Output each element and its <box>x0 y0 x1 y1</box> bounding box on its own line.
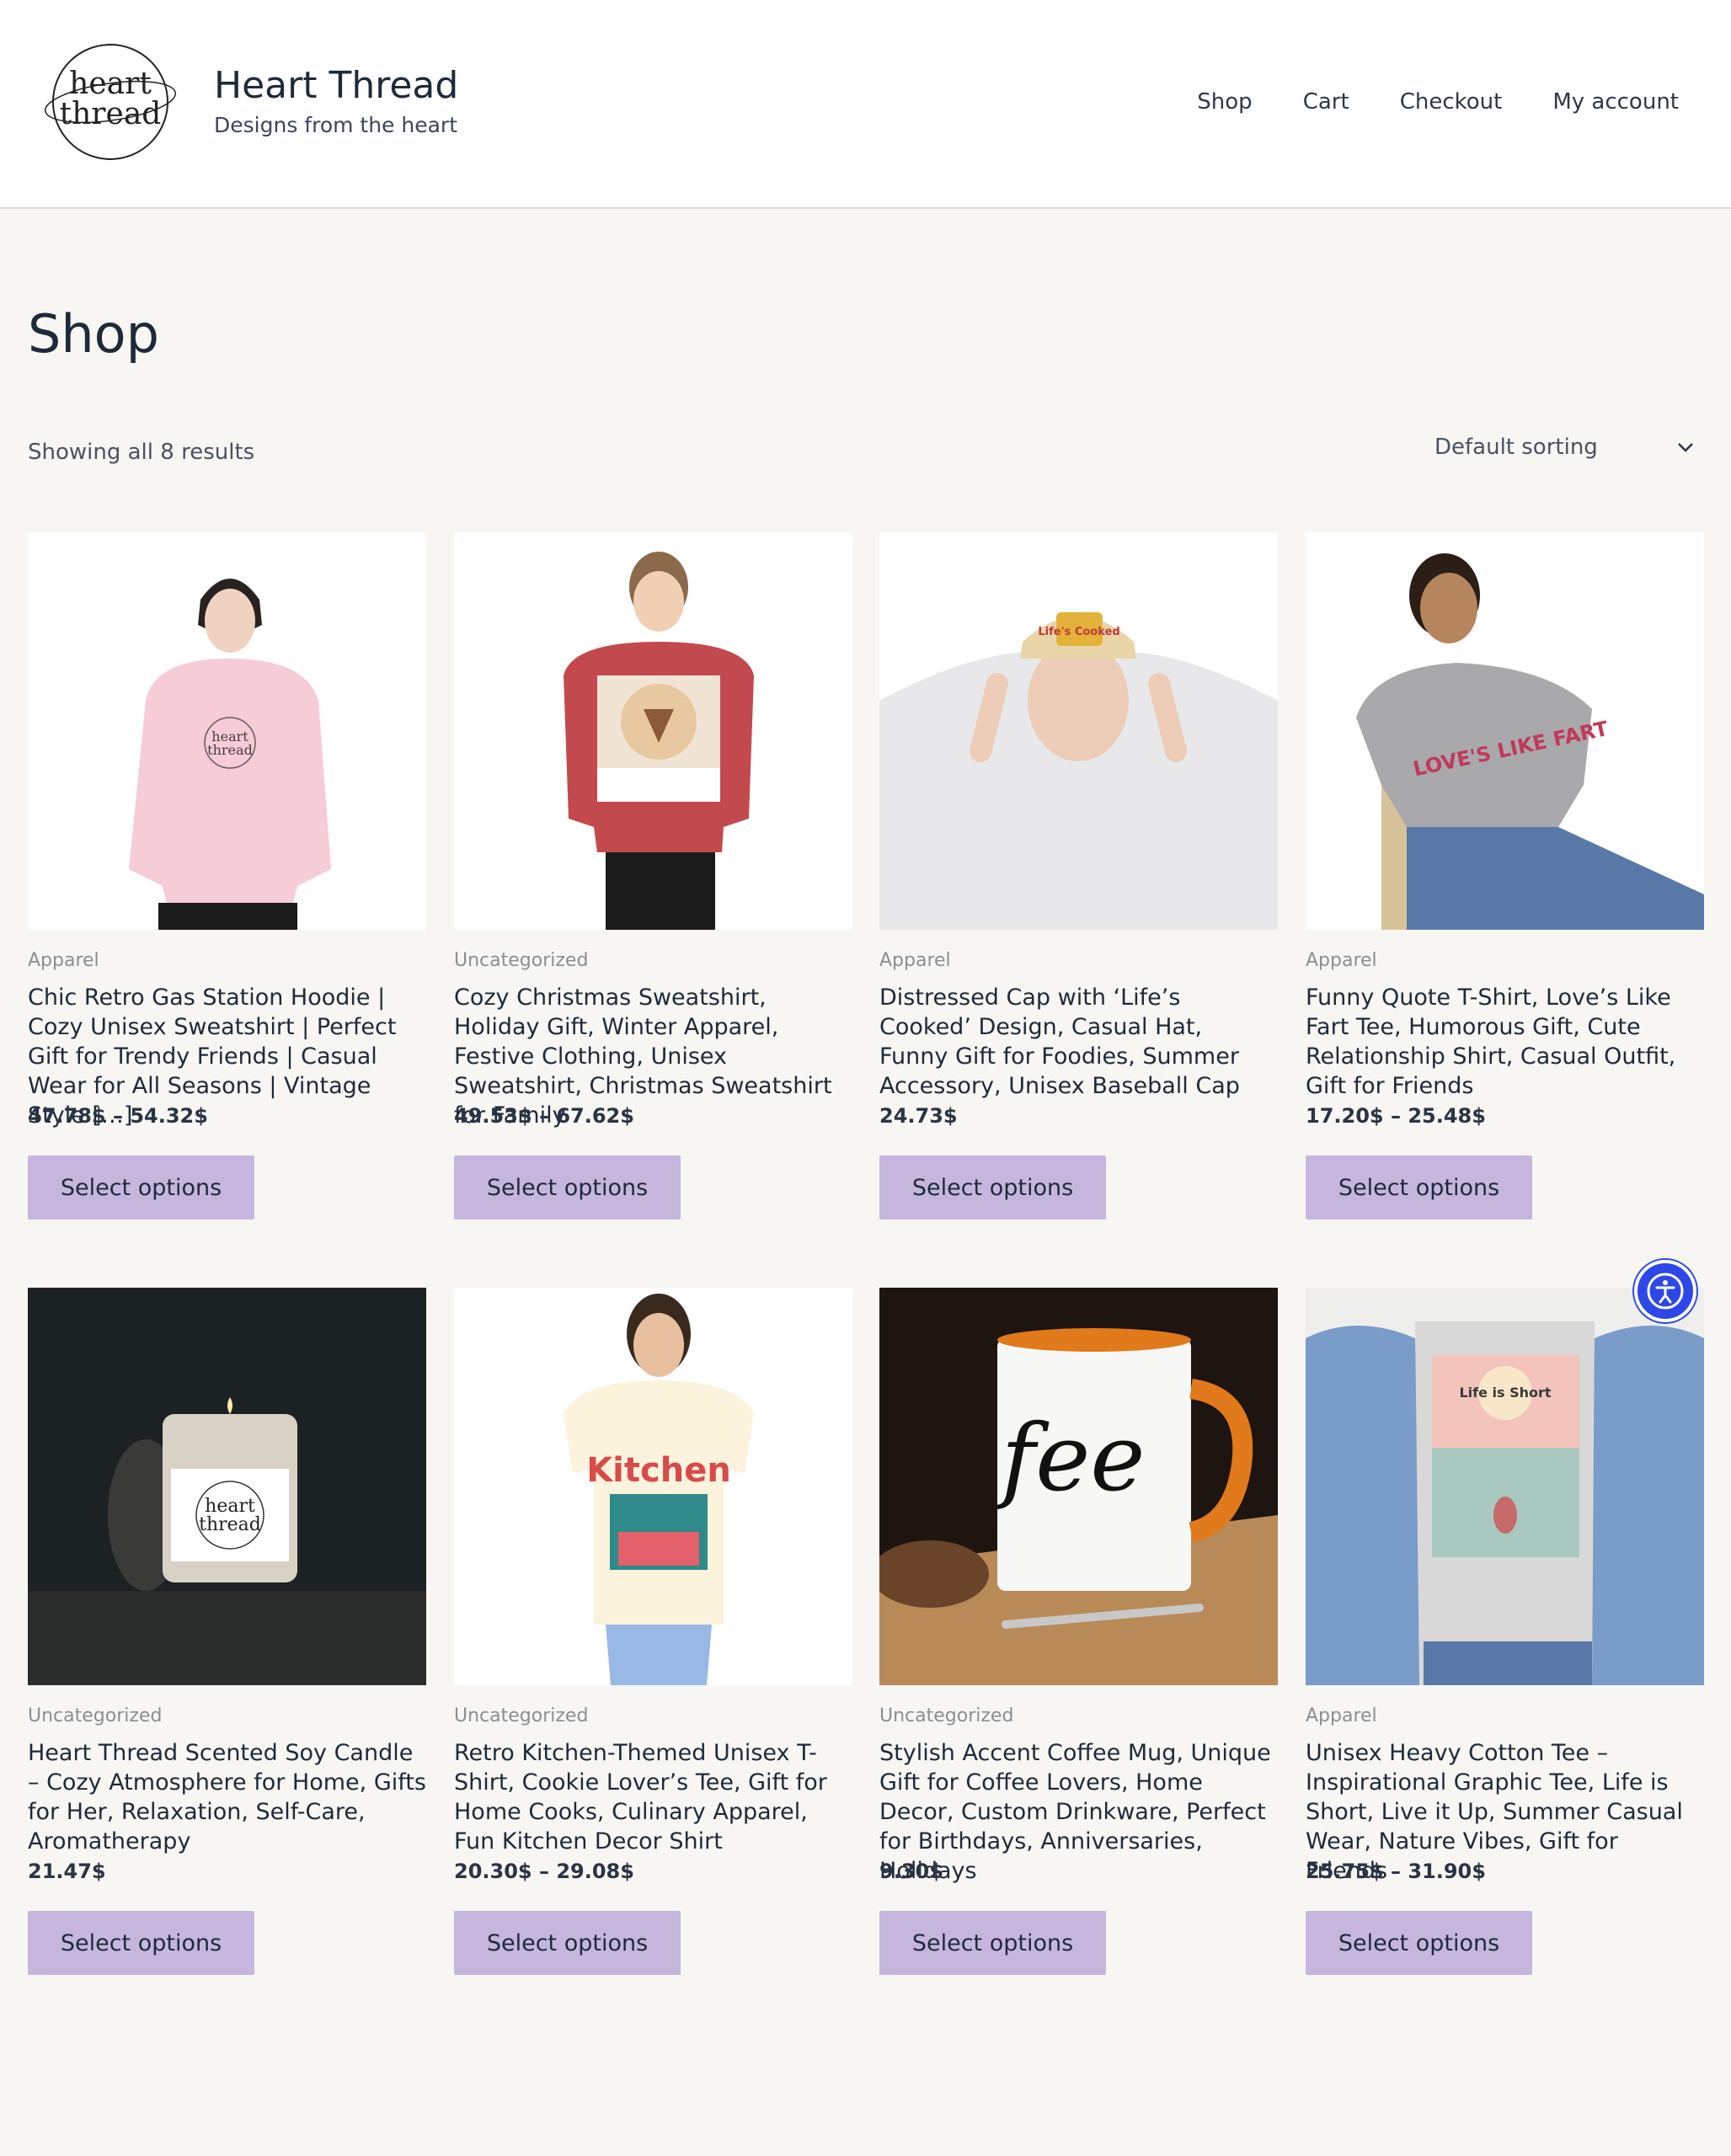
site-title[interactable]: Heart Thread <box>214 64 458 107</box>
product-category[interactable]: Uncategorized <box>454 1705 852 1726</box>
product-title[interactable]: Funny Quote T-Shirt, Love’s Like Fart Te… <box>1306 983 1704 1101</box>
product-title[interactable]: Unisex Heavy Cotton Tee – Inspirational … <box>1306 1738 1704 1884</box>
select-options-button[interactable]: Select options <box>1306 1155 1532 1219</box>
product-price: 47.78$ – 54.32$ <box>28 1104 208 1128</box>
product-card: Kitchen Uncategorized Retro Kitchen-Them… <box>454 1288 852 1975</box>
product-card: heart thread Apparel Chic Retro Gas Stat… <box>28 532 426 1219</box>
select-options-button[interactable]: Select options <box>454 1155 681 1219</box>
heavy-tee-print-text: Life is Short <box>1459 1385 1551 1401</box>
svg-text:heart: heart <box>69 67 152 101</box>
product-price: 25.75$ – 31.90$ <box>1306 1860 1486 1883</box>
product-image-kitchen-tee[interactable]: Kitchen <box>454 1288 852 1685</box>
product-category[interactable]: Apparel <box>1306 950 1704 971</box>
product-price: 17.20$ – 25.48$ <box>1306 1104 1486 1128</box>
product-title[interactable]: Heart Thread Scented Soy Candle – Cozy A… <box>28 1738 426 1856</box>
product-image-mug[interactable]: fee <box>879 1288 1278 1685</box>
kitchen-print-text: Kitchen <box>586 1451 731 1490</box>
product-image-christmas-sweatshirt[interactable] <box>454 532 852 930</box>
accessibility-icon <box>1647 1273 1684 1310</box>
select-options-button[interactable]: Select options <box>879 1911 1106 1975</box>
product-category[interactable]: Uncategorized <box>454 950 852 971</box>
select-options-button[interactable]: Select options <box>28 1911 254 1975</box>
product-price: 9.30$ <box>879 1860 943 1883</box>
product-price: 21.47$ <box>28 1860 106 1883</box>
chevron-down-icon <box>1678 443 1693 452</box>
product-title[interactable]: Chic Retro Gas Station Hoodie | Cozy Uni… <box>28 983 426 1129</box>
product-category[interactable]: Apparel <box>28 950 426 971</box>
product-category[interactable]: Uncategorized <box>879 1705 1278 1726</box>
main-nav: Shop Cart Checkout My account <box>1197 89 1679 115</box>
product-image-cap[interactable]: Life's Cooked <box>879 532 1278 930</box>
product-category[interactable]: Uncategorized <box>28 1705 426 1726</box>
product-image-tshirt[interactable]: LOVE'S LIKE FART <box>1306 532 1704 930</box>
sorting-select[interactable]: Default sorting <box>1417 431 1703 468</box>
product-card: LOVE'S LIKE FART Apparel Funny Quote T-S… <box>1306 532 1704 1219</box>
page-title: Shop <box>28 303 159 365</box>
svg-text:thread: thread <box>207 742 253 758</box>
nav-cart[interactable]: Cart <box>1303 89 1349 115</box>
nav-my-account[interactable]: My account <box>1552 89 1679 115</box>
product-title[interactable]: Distressed Cap with ‘Life’s Cooked’ Desi… <box>879 983 1278 1101</box>
site-header: heart thread Heart Thread Designs from t… <box>0 0 1731 209</box>
product-image-hoodie[interactable]: heart thread <box>28 532 426 930</box>
nav-shop[interactable]: Shop <box>1197 89 1252 115</box>
result-count: Showing all 8 results <box>28 440 255 465</box>
product-card: fee Uncategorized Stylish Accent Coffee … <box>879 1288 1278 1975</box>
cap-print-text: Life's Cooked <box>1038 626 1119 638</box>
product-card: Life is Short Apparel Unisex Heavy Cotto… <box>1306 1288 1704 1975</box>
product-category[interactable]: Apparel <box>1306 1705 1704 1726</box>
svg-text:thread: thread <box>60 97 162 131</box>
nav-checkout[interactable]: Checkout <box>1400 89 1503 115</box>
accessibility-button[interactable] <box>1634 1260 1696 1322</box>
svg-text:thread: thread <box>199 1514 261 1535</box>
product-card: Uncategorized Cozy Christmas Sweatshirt,… <box>454 532 852 1219</box>
product-category[interactable]: Apparel <box>879 950 1278 971</box>
select-options-button[interactable]: Select options <box>1306 1911 1532 1975</box>
product-title[interactable]: Retro Kitchen-Themed Unisex T-Shirt, Coo… <box>454 1738 852 1856</box>
product-image-heavy-tee[interactable]: Life is Short <box>1306 1288 1704 1685</box>
product-price: 20.30$ – 29.08$ <box>454 1860 634 1883</box>
mug-print-text: fee <box>996 1404 1146 1512</box>
product-price: 24.73$ <box>879 1104 958 1128</box>
product-card: heart thread Uncategorized Heart Thread … <box>28 1288 426 1975</box>
site-tagline: Designs from the heart <box>214 113 458 137</box>
product-price: 49.53$ – 67.62$ <box>454 1104 634 1128</box>
select-options-button[interactable]: Select options <box>879 1155 1106 1219</box>
product-card: Life's Cooked Apparel Distressed Cap wit… <box>879 532 1278 1219</box>
product-title[interactable]: Stylish Accent Coffee Mug, Unique Gift f… <box>879 1738 1278 1884</box>
select-options-button[interactable]: Select options <box>28 1155 254 1219</box>
product-title[interactable]: Cozy Christmas Sweatshirt, Holiday Gift,… <box>454 983 852 1129</box>
product-image-candle[interactable]: heart thread <box>28 1288 426 1685</box>
select-options-button[interactable]: Select options <box>454 1911 681 1975</box>
sorting-value: Default sorting <box>1434 435 1598 460</box>
heart-thread-logo[interactable]: heart thread <box>43 43 178 161</box>
